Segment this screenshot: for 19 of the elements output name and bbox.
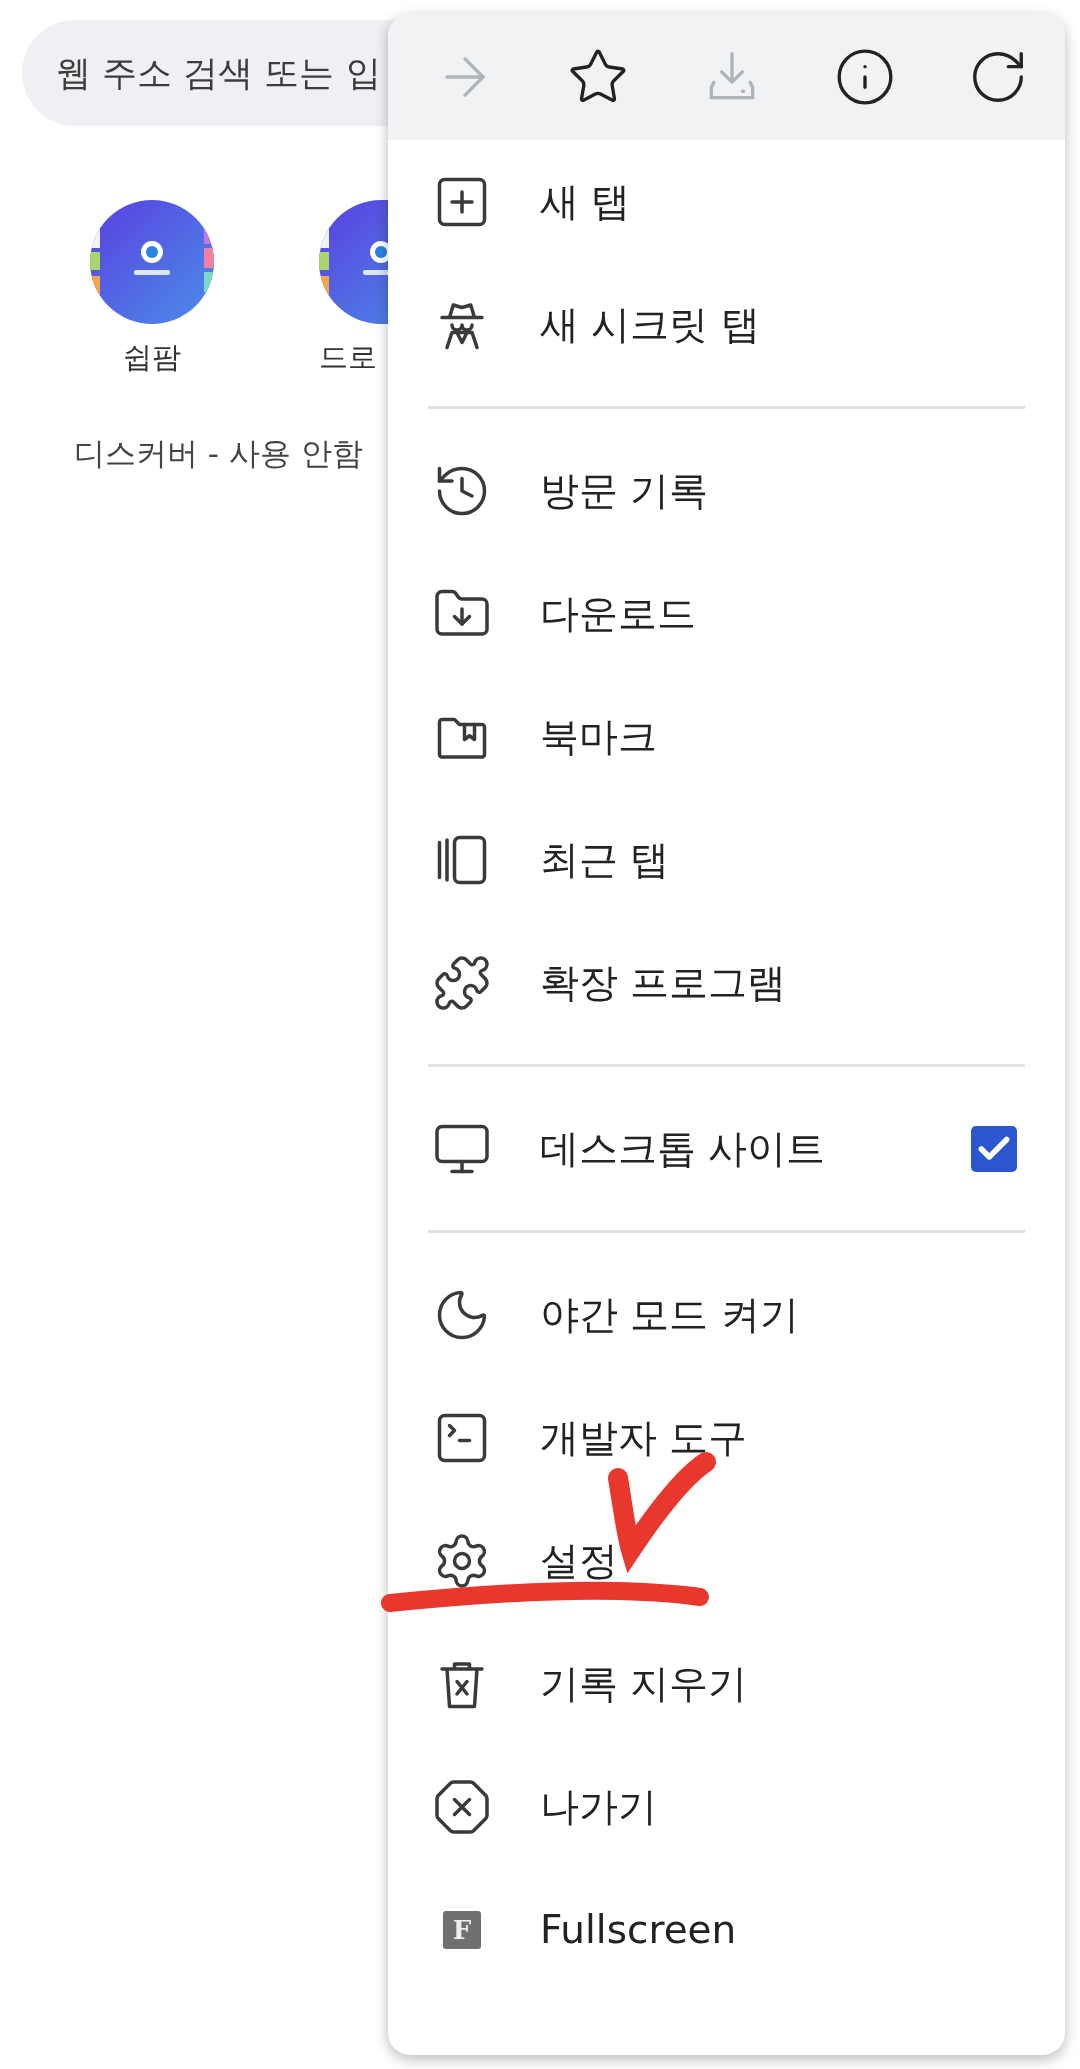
menu-item[interactable]: 방문 기록 (388, 429, 1065, 552)
menu-item[interactable]: 설정 (388, 1499, 1065, 1622)
menu-item[interactable]: 확장 프로그램 (388, 921, 1065, 1044)
menu-item[interactable]: F Fullscreen (388, 1868, 1065, 1991)
checkbox[interactable] (971, 1125, 1017, 1172)
menu-item[interactable]: 최근 탭 (388, 798, 1065, 921)
menu-item[interactable]: 새 시크릿 탭 (388, 263, 1065, 386)
menu-item[interactable]: 새 탭 (388, 140, 1065, 263)
menu-item[interactable]: 데스크톱 사이트 (388, 1087, 1065, 1210)
discover-status-text: 디스커버 - 사용 안함 (73, 434, 364, 473)
menu-item[interactable]: 나가기 (388, 1745, 1065, 1868)
menu-item[interactable]: 야간 모드 켜기 (388, 1253, 1065, 1376)
menu-item[interactable]: 북마크 (388, 675, 1065, 798)
menu-item[interactable]: 다운로드 (388, 552, 1065, 675)
extension-icon: F (443, 1910, 481, 1949)
menu-item[interactable]: 기록 지우기 (388, 1622, 1065, 1745)
menu-item[interactable]: 개발자 도구 (388, 1376, 1065, 1499)
shortcut-label[interactable]: 쉽팜 (123, 338, 181, 378)
shortcut-label[interactable]: 드로 (319, 338, 377, 378)
